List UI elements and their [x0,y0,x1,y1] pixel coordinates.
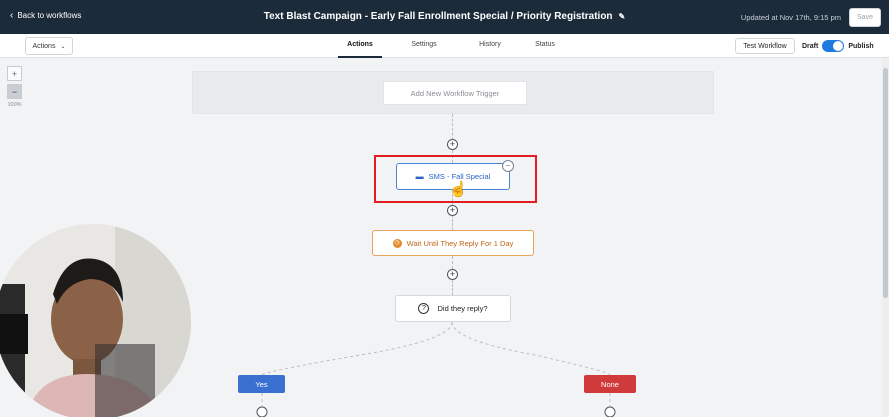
branch-yes-button[interactable]: Yes [238,375,285,393]
presenter-webcam [0,224,191,417]
canvas-scrollbar[interactable] [882,58,889,417]
branch-none-button[interactable]: None [584,375,636,393]
presenter-image [0,224,191,417]
scrollbar-thumb[interactable] [883,68,888,298]
